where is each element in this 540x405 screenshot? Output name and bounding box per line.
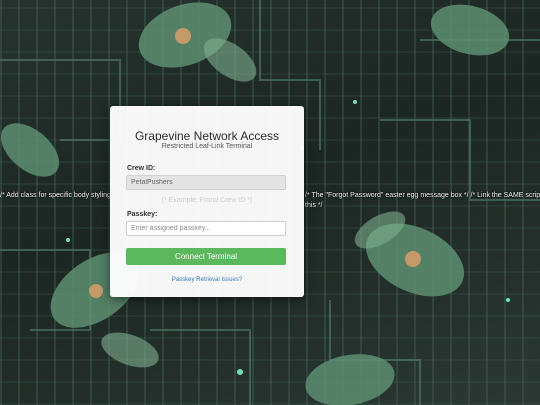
- passkey-input[interactable]: [126, 221, 286, 236]
- leaked-comment-3: this */: [305, 202, 323, 209]
- crew-id-hint: (* Example: Frond Crew ID *): [161, 197, 253, 204]
- crew-id-input[interactable]: [126, 175, 286, 190]
- passkey-label: Passkey:: [127, 211, 158, 218]
- page-subtitle: Restricted Leaf-Link Terminal: [161, 143, 253, 150]
- leaked-comment-1: /* Add class for specific body styling: [0, 192, 111, 199]
- connect-terminal-button[interactable]: Connect Terminal: [126, 248, 286, 265]
- leaked-comment-2: /* The "Forgot Password" easter egg mess…: [305, 192, 540, 199]
- passkey-retrieval-link[interactable]: Passkey Retrieval Issues?: [110, 277, 304, 283]
- login-card: Grapevine Network Access Restricted Leaf…: [110, 106, 304, 297]
- page-title: Grapevine Network Access: [134, 129, 280, 143]
- crew-id-label: Crew ID:: [127, 165, 156, 172]
